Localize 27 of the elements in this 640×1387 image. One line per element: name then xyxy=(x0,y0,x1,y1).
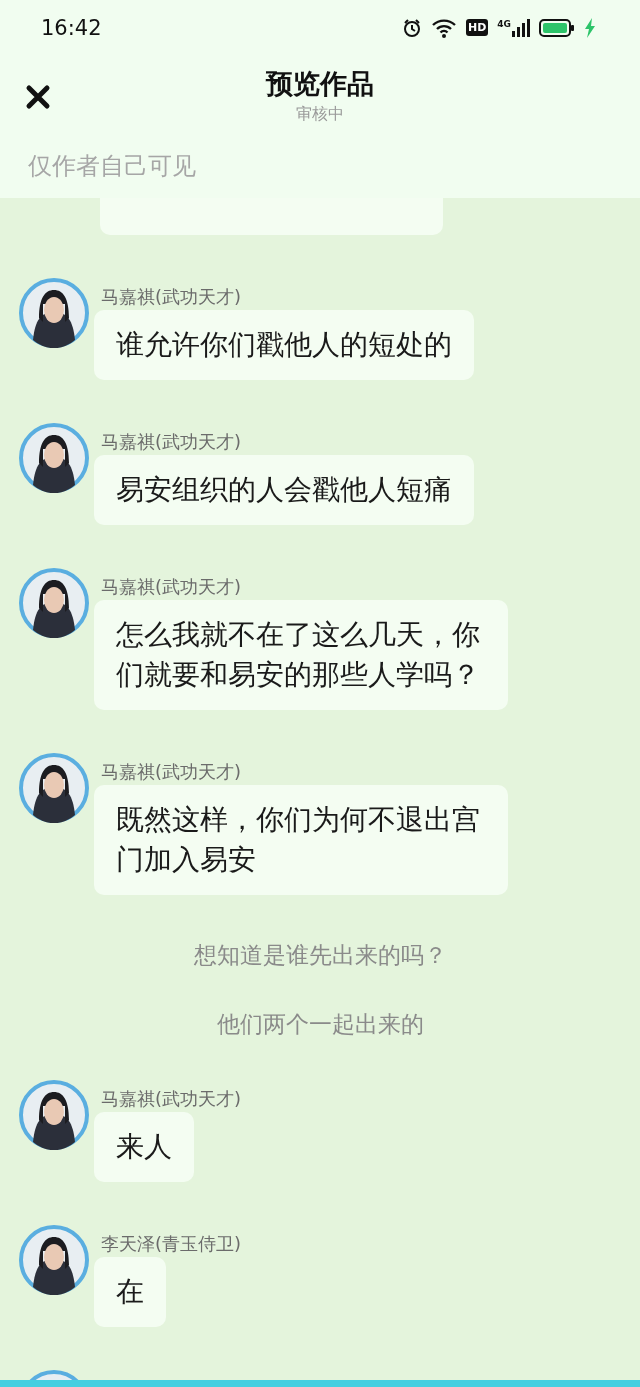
narration-text: 想知道是谁先出来的吗？ xyxy=(192,942,448,968)
battery-icon xyxy=(539,18,575,37)
narration-text: 他们两个一起出来的 xyxy=(215,1011,425,1037)
wifi-icon xyxy=(431,17,457,38)
status-time: 16:42 xyxy=(41,15,102,40)
message-bubble: 易安组织的人会戳他人短痛 xyxy=(94,455,474,525)
charging-icon xyxy=(584,17,596,38)
page-title: 预览作品 xyxy=(266,67,374,101)
sender-name: 马嘉祺(武功天才) xyxy=(101,430,242,454)
message-bubble: 谁允许你们戳他人的短处的 xyxy=(94,310,474,380)
close-button[interactable] xyxy=(24,83,52,111)
message-bubble: 在 xyxy=(94,1257,166,1327)
sender-name: 李天泽(青玉侍卫) xyxy=(101,1232,242,1256)
visibility-note: 仅作者自己可见 xyxy=(27,151,197,181)
sender-name: 马嘉祺(武功天才) xyxy=(101,1087,242,1111)
sender-name: 马嘉祺(武功天才) xyxy=(101,575,242,599)
close-icon xyxy=(25,84,51,110)
review-status: 审核中 xyxy=(296,103,344,125)
signal-icon xyxy=(512,18,530,37)
message-bubble: 怎么我就不在了这么几天，你们就要和易安的那些人学吗？ xyxy=(94,600,508,710)
network-label: 4G xyxy=(497,18,511,29)
hd-badge: HD xyxy=(466,19,489,36)
message-bubble: 既然这样，你们为何不退出宫门加入易安 xyxy=(94,785,508,895)
message-bubble: 来人 xyxy=(94,1112,194,1182)
sender-name: 马嘉祺(武功天才) xyxy=(101,760,242,784)
alarm-icon xyxy=(402,17,422,38)
sender-name: 马嘉祺(武功天才) xyxy=(101,285,242,309)
